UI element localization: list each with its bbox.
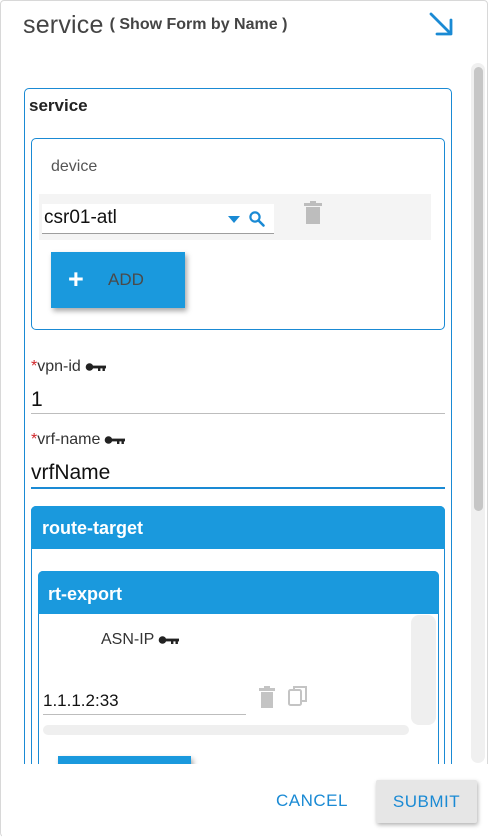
add-asn-ip-button[interactable] — [58, 756, 191, 764]
trash-icon[interactable] — [258, 686, 276, 708]
rt-export-label: rt-export — [48, 584, 123, 604]
add-button-label: ADD — [108, 270, 144, 289]
show-form-by-name-link[interactable]: ( Show Form by Name ) — [110, 16, 288, 33]
dropdown-caret-icon[interactable] — [228, 216, 240, 223]
vpn-id-label-text: vpn-id — [37, 358, 81, 375]
asn-list-vertical-scrollbar[interactable] — [411, 615, 436, 725]
dialog-title: service — [23, 11, 104, 39]
search-icon[interactable] — [248, 210, 266, 228]
form-scroll-area: service ( Show Form by Name ) service dev… — [1, 1, 471, 764]
arrow-down-right-icon[interactable] — [426, 9, 456, 39]
route-target-label: route-target — [42, 518, 144, 538]
device-label: device — [51, 158, 98, 175]
asn-ip-input[interactable]: 1.1.1.2:33 — [43, 687, 246, 715]
key-icon — [159, 635, 180, 644]
vrf-name-input[interactable]: vrfName — [31, 457, 445, 489]
dialog-header: service ( Show Form by Name ) — [23, 11, 287, 45]
service-dialog: service ( Show Form by Name ) service dev… — [0, 0, 488, 837]
vpn-id-input[interactable]: 1 — [31, 384, 445, 414]
vpn-id-label: *vpn-id — [31, 358, 107, 376]
cancel-button[interactable]: CANCEL — [266, 778, 358, 824]
asn-ip-label: ASN-IP — [101, 631, 180, 649]
vrf-name-label: *vrf-name — [31, 431, 126, 449]
plus-icon: + — [68, 264, 84, 294]
key-icon — [85, 362, 106, 371]
asn-ip-label-text: ASN-IP — [101, 631, 155, 648]
asn-list-horizontal-scrollbar[interactable] — [43, 725, 409, 735]
trash-icon[interactable] — [303, 201, 323, 225]
submit-button[interactable]: SUBMIT — [376, 780, 477, 823]
dialog-scrollbar-thumb[interactable] — [474, 67, 483, 511]
vrf-name-label-text: vrf-name — [37, 431, 101, 448]
key-icon — [105, 435, 126, 444]
service-section-label: service — [29, 96, 88, 115]
copy-icon[interactable] — [288, 685, 308, 707]
add-device-button[interactable]: + ADD — [51, 252, 185, 308]
